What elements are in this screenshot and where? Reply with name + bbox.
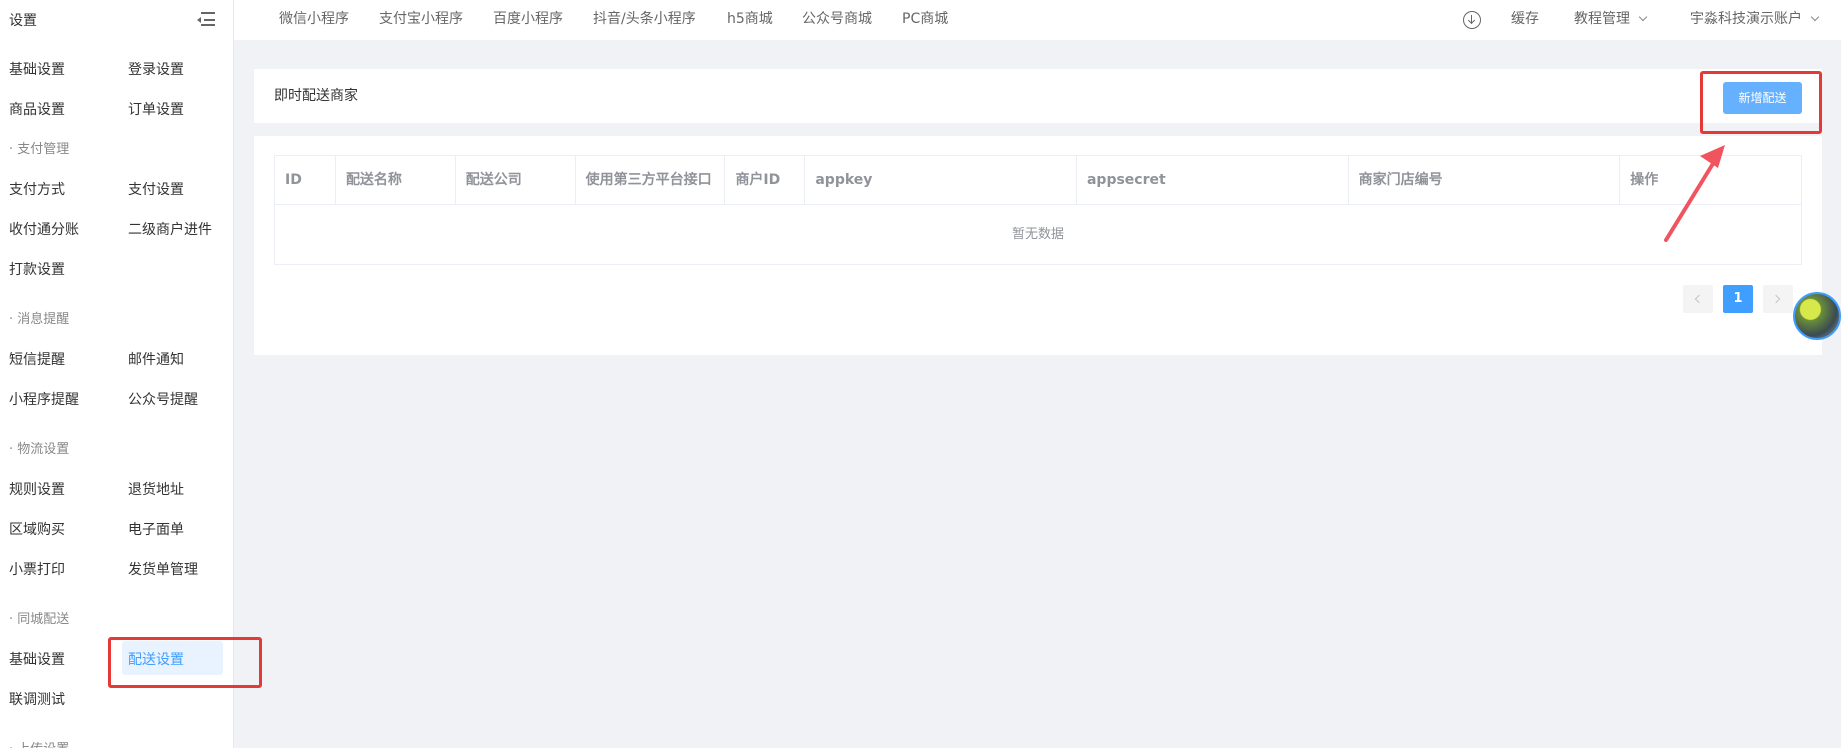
sidebar-row: 支付方式 支付设置: [0, 170, 234, 210]
col-appkey: appkey: [805, 156, 1077, 204]
sidebar-item-basic-settings[interactable]: 基础设置: [9, 50, 65, 90]
table-header: ID 配送名称 配送公司 使用第三方平台接口 商户ID appkey appse…: [275, 156, 1801, 205]
col-third-party-api: 使用第三方平台接口: [576, 156, 726, 204]
sidebar-item-miniprogram-notify[interactable]: 小程序提醒: [9, 380, 79, 420]
sidebar-row: 短信提醒 邮件通知: [0, 340, 234, 380]
sidebar-row: 基础设置 配送设置: [0, 640, 234, 680]
chevron-down-icon: [1810, 12, 1820, 22]
sidebar-item-return-address[interactable]: 退货地址: [128, 470, 220, 510]
col-merchant-id: 商户ID: [725, 156, 806, 204]
sidebar-item-official-account-notify[interactable]: 公众号提醒: [128, 380, 220, 420]
chevron-down-icon: [1638, 12, 1648, 22]
table-empty-text: 暂无数据: [1011, 227, 1064, 242]
nav-tutorial-dropdown[interactable]: 教程管理: [1574, 0, 1648, 40]
sidebar-row: 商品设置 订单设置: [0, 90, 234, 130]
col-appsecret: appsecret: [1077, 156, 1349, 204]
sidebar: 设置 基础设置 登录设置 商品设置 订单设置 · 支付管理 支付方式 支付设置 …: [0, 0, 234, 748]
chevron-left-icon: [1694, 294, 1704, 304]
sidebar-item-integration-test[interactable]: 联调测试: [9, 680, 65, 720]
nav-account-label: 宇淼科技演示账户: [1690, 11, 1802, 27]
sidebar-item-email[interactable]: 邮件通知: [128, 340, 220, 380]
col-delivery-company: 配送公司: [456, 156, 576, 204]
sidebar-row: 打款设置: [0, 250, 234, 290]
nav-pc-mall[interactable]: PC商城: [902, 0, 948, 40]
nav-h5-mall[interactable]: h5商城: [727, 0, 773, 40]
page-number-current[interactable]: 1: [1723, 285, 1753, 313]
sidebar-item-order-settings[interactable]: 订单设置: [128, 90, 220, 130]
prev-page-button[interactable]: [1683, 285, 1713, 313]
sidebar-item-delivery-settings[interactable]: 配送设置: [128, 640, 220, 680]
sidebar-item-login-settings[interactable]: 登录设置: [128, 50, 220, 90]
sidebar-header: 设置: [0, 0, 233, 40]
sidebar-row: 小程序提醒 公众号提醒: [0, 380, 234, 420]
download-icon[interactable]: [1463, 11, 1481, 29]
sidebar-title: 设置: [9, 13, 37, 29]
sidebar-item-shipping-orders[interactable]: 发货单管理: [128, 550, 220, 590]
delivery-table-card: ID 配送名称 配送公司 使用第三方平台接口 商户ID appkey appse…: [254, 136, 1822, 355]
sidebar-item-rule-settings[interactable]: 规则设置: [9, 470, 65, 510]
nav-official-account-mall[interactable]: 公众号商城: [802, 0, 872, 40]
nav-wechat-miniprogram[interactable]: 微信小程序: [279, 0, 349, 40]
sidebar-group-upload: · 上传设置: [9, 740, 69, 748]
nav-douyin-miniprogram[interactable]: 抖音/头条小程序: [593, 0, 696, 40]
sidebar-group-logistics: · 物流设置: [9, 442, 70, 457]
next-page-button[interactable]: [1763, 285, 1793, 313]
col-store-code: 商家门店编号: [1349, 156, 1621, 204]
sidebar-item-sub-merchant[interactable]: 二级商户进件: [128, 210, 220, 250]
sidebar-item-region-purchase[interactable]: 区域购买: [9, 510, 65, 550]
sidebar-group-payment: · 支付管理: [9, 142, 70, 157]
nav-baidu-miniprogram[interactable]: 百度小程序: [493, 0, 563, 40]
nav-account-dropdown[interactable]: 宇淼科技演示账户: [1690, 0, 1820, 40]
sidebar-row: 基础设置 登录设置: [0, 50, 234, 90]
col-delivery-name: 配送名称: [336, 156, 456, 204]
sidebar-row: 收付通分账 二级商户进件: [0, 210, 234, 250]
sidebar-row: 联调测试: [0, 680, 234, 720]
sidebar-item-sms[interactable]: 短信提醒: [9, 340, 65, 380]
sidebar-item-payout-settings[interactable]: 打款设置: [9, 250, 65, 290]
sidebar-row: 小票打印 发货单管理: [0, 550, 234, 590]
col-actions: 操作: [1630, 172, 1659, 188]
sidebar-item-split-account[interactable]: 收付通分账: [9, 210, 79, 250]
delivery-header-card: 即时配送商家: [254, 69, 1822, 123]
sidebar-item-payment-settings[interactable]: 支付设置: [128, 170, 220, 210]
sidebar-group-local-delivery: · 同城配送: [9, 612, 70, 627]
avatar[interactable]: [1793, 292, 1841, 340]
col-id: ID: [275, 156, 336, 204]
add-delivery-button[interactable]: 新增配送: [1723, 82, 1802, 114]
nav-cache[interactable]: 缓存: [1511, 0, 1539, 40]
sidebar-row: 区域购买 电子面单: [0, 510, 234, 550]
sidebar-item-payment-methods[interactable]: 支付方式: [9, 170, 65, 210]
delivery-table: ID 配送名称 配送公司 使用第三方平台接口 商户ID appkey appse…: [274, 155, 1802, 265]
sidebar-group-messages: · 消息提醒: [9, 312, 70, 327]
sidebar-item-product-settings[interactable]: 商品设置: [9, 90, 65, 130]
top-nav: 微信小程序 支付宝小程序 百度小程序 抖音/头条小程序 h5商城 公众号商城 P…: [234, 0, 1841, 40]
page-title: 即时配送商家: [274, 88, 358, 104]
sidebar-item-delivery-basic[interactable]: 基础设置: [9, 640, 65, 680]
sidebar-item-e-waybill[interactable]: 电子面单: [128, 510, 220, 550]
nav-alipay-miniprogram[interactable]: 支付宝小程序: [379, 0, 463, 40]
sidebar-item-receipt-print[interactable]: 小票打印: [9, 550, 65, 590]
chevron-right-icon: [1771, 294, 1781, 304]
collapse-menu-icon[interactable]: [197, 12, 215, 28]
nav-tutorial-label: 教程管理: [1574, 11, 1630, 27]
sidebar-row: 规则设置 退货地址: [0, 470, 234, 510]
